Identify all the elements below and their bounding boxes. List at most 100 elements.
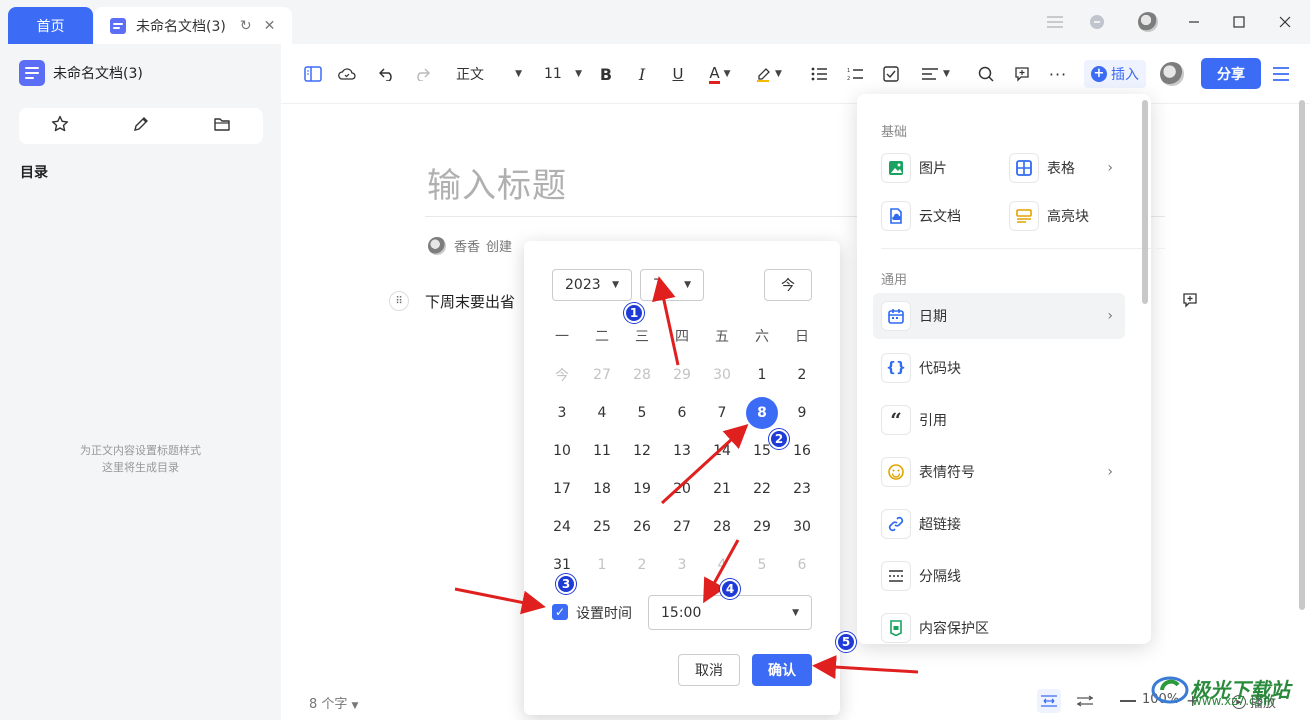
user-avatar[interactable] — [1136, 0, 1160, 44]
calendar-day[interactable]: 5 — [742, 549, 782, 581]
calendar-day[interactable]: 6 — [662, 397, 702, 429]
calendar-day[interactable]: 20 — [662, 473, 702, 505]
document-title-input[interactable]: 输入标题 — [427, 158, 567, 207]
calendar-day[interactable]: 17 — [542, 473, 582, 505]
search-icon[interactable] — [976, 60, 996, 88]
minimize-icon[interactable] — [1182, 0, 1206, 44]
add-comment-icon[interactable] — [1182, 292, 1198, 312]
calendar-day[interactable]: 29 — [742, 511, 782, 543]
undo-icon[interactable] — [376, 60, 398, 88]
insert-table-item[interactable]: 表格 › — [1009, 153, 1113, 183]
chat-icon[interactable] — [1084, 0, 1110, 44]
calendar-day[interactable]: 9 — [782, 397, 822, 429]
bullet-list-icon[interactable] — [808, 60, 830, 88]
redo-icon[interactable] — [411, 60, 433, 88]
calendar-day[interactable]: 25 — [582, 511, 622, 543]
font-size-select[interactable]: 11 ▼ — [544, 60, 582, 88]
insert-hyperlink-item[interactable]: 超链接 — [881, 509, 961, 539]
set-time-checkbox[interactable]: ✓ — [552, 604, 568, 620]
time-select[interactable]: 15:00 ▼ — [648, 595, 812, 630]
checkbox-icon[interactable] — [880, 60, 902, 88]
word-count[interactable]: 8 个字 ▼ — [309, 693, 358, 712]
edit-icon[interactable] — [132, 115, 150, 137]
sidebar-toggle-icon[interactable] — [302, 60, 324, 88]
calendar-day[interactable]: 30 — [702, 359, 742, 391]
cancel-button[interactable]: 取消 — [678, 654, 740, 686]
calendar-day[interactable]: 27 — [662, 511, 702, 543]
panel-scrollbar[interactable] — [1142, 100, 1148, 304]
page-scrollbar[interactable] — [1299, 100, 1305, 610]
calendar-day[interactable]: 1 — [742, 359, 782, 391]
calendar-day[interactable]: 4 — [582, 397, 622, 429]
menu-lines-icon[interactable] — [1042, 0, 1068, 44]
calendar-day[interactable]: 11 — [582, 435, 622, 467]
calendar-day[interactable]: 23 — [782, 473, 822, 505]
calendar-day[interactable]: 12 — [622, 435, 662, 467]
highlight-icon[interactable]: ▼ — [754, 60, 784, 88]
insert-divider-item[interactable]: 分隔线 — [881, 561, 961, 591]
numbered-list-icon[interactable]: 12 — [844, 60, 866, 88]
insert-protected-area-item[interactable]: 内容保护区 — [881, 613, 989, 643]
calendar-day[interactable]: 6 — [782, 549, 822, 581]
more-icon[interactable]: ··· — [1048, 60, 1068, 88]
bold-icon[interactable]: B — [596, 60, 616, 88]
calendar-day[interactable]: 8 — [742, 397, 782, 429]
star-icon[interactable] — [51, 115, 69, 137]
insert-code-block-item[interactable]: {} 代码块 — [881, 353, 961, 383]
calendar-day[interactable]: 1 — [582, 549, 622, 581]
zoom-out-icon[interactable] — [1120, 700, 1136, 702]
insert-emoji-item[interactable]: 表情符号 › — [881, 457, 1113, 487]
folder-icon[interactable] — [213, 115, 231, 137]
drag-handle-icon[interactable]: ⠿ — [389, 291, 409, 311]
share-button[interactable]: 分享 — [1201, 58, 1261, 89]
calendar-day[interactable]: 3 — [662, 549, 702, 581]
maximize-icon[interactable] — [1227, 0, 1251, 44]
menu-icon[interactable] — [1272, 60, 1290, 88]
calendar-day[interactable]: 30 — [782, 511, 822, 543]
calendar-day[interactable]: 19 — [622, 473, 662, 505]
calendar-day[interactable]: 28 — [622, 359, 662, 391]
italic-icon[interactable]: I — [632, 60, 652, 88]
fit-width-icon[interactable] — [1037, 689, 1061, 713]
insert-button[interactable]: + 插入 — [1084, 60, 1146, 88]
align-icon[interactable]: ▼ — [916, 60, 956, 88]
calendar-day[interactable]: 7 — [702, 397, 742, 429]
comment-icon[interactable] — [1012, 60, 1032, 88]
year-select[interactable]: 2023 ▼ — [552, 269, 632, 301]
sidebar-doc-title[interactable]: 未命名文档(3) — [19, 60, 143, 86]
calendar-day[interactable]: 5 — [622, 397, 662, 429]
paragraph-text[interactable]: 下周末要出省 — [425, 291, 515, 312]
calendar-day[interactable]: 26 — [622, 511, 662, 543]
confirm-button[interactable]: 确认 — [752, 654, 812, 686]
calendar-day[interactable]: 13 — [662, 435, 702, 467]
full-width-icon[interactable] — [1073, 689, 1097, 713]
calendar-day[interactable]: 10 — [542, 435, 582, 467]
calendar-day[interactable]: 2 — [782, 359, 822, 391]
calendar-day[interactable]: 3 — [542, 397, 582, 429]
calendar-day[interactable]: 21 — [702, 473, 742, 505]
calendar-day[interactable]: 24 — [542, 511, 582, 543]
underline-icon[interactable]: U — [668, 60, 688, 88]
insert-cloud-doc-item[interactable]: 云文档 — [881, 201, 961, 231]
calendar-day[interactable]: 2 — [622, 549, 662, 581]
calendar-day[interactable]: 今 — [542, 359, 582, 391]
font-color-icon[interactable]: A ▼ — [704, 60, 736, 88]
close-tab-icon[interactable]: ✕ — [264, 18, 276, 34]
insert-highlight-block-item[interactable]: 高亮块 — [1009, 201, 1089, 231]
style-select[interactable]: 正文 ▼ — [456, 60, 522, 88]
insert-quote-item[interactable]: “ 引用 — [881, 405, 947, 435]
tab-home[interactable]: 首页 — [8, 7, 93, 44]
collaborator-avatar[interactable] — [1160, 60, 1184, 88]
month-select[interactable]: 7 ▼ — [640, 269, 704, 301]
refresh-icon[interactable]: ↻ — [240, 18, 252, 34]
calendar-day[interactable]: 28 — [702, 511, 742, 543]
tab-document[interactable]: 未命名文档(3) ↻ ✕ — [94, 7, 292, 44]
insert-image-item[interactable]: 图片 — [881, 153, 947, 183]
close-window-icon[interactable] — [1273, 0, 1297, 44]
insert-date-item[interactable]: 日期 › — [881, 301, 1113, 331]
calendar-day[interactable]: 18 — [582, 473, 622, 505]
calendar-day[interactable]: 14 — [702, 435, 742, 467]
calendar-day[interactable]: 27 — [582, 359, 622, 391]
calendar-day[interactable]: 22 — [742, 473, 782, 505]
cloud-sync-icon[interactable] — [336, 60, 358, 88]
